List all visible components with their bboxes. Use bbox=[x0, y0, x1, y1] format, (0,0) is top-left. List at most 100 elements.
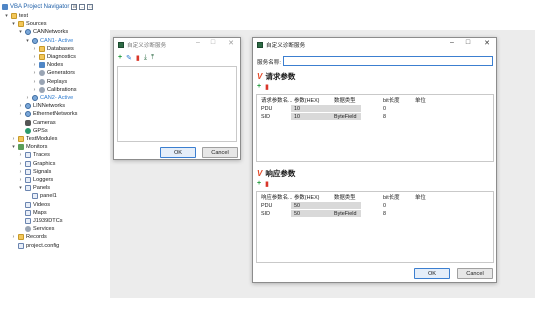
tree-item[interactable]: › Signals bbox=[18, 168, 51, 176]
tree-item[interactable]: › Calibrations bbox=[32, 86, 77, 94]
delete-request-param-icon[interactable]: ▮ bbox=[265, 83, 269, 91]
tree-item[interactable]: › CAN2- Active bbox=[25, 94, 73, 102]
tree-item[interactable]: Services bbox=[18, 225, 54, 233]
tree-item[interactable]: GPSs bbox=[18, 127, 48, 135]
add-request-param-icon[interactable]: + bbox=[257, 83, 261, 91]
add-response-param-icon[interactable]: + bbox=[257, 180, 261, 188]
table-cell[interactable]: ByteField bbox=[332, 113, 356, 121]
table-cell[interactable]: SID bbox=[259, 113, 270, 121]
ok-button[interactable]: OK bbox=[414, 268, 450, 279]
tree-item[interactable]: › Replays bbox=[32, 78, 67, 86]
column-header[interactable]: 参数(HEX) bbox=[292, 96, 319, 104]
table-cell[interactable]: ByteField bbox=[332, 210, 356, 218]
collapse-arrow-icon[interactable]: › bbox=[18, 152, 23, 158]
collapse-all-icon[interactable]: ⊟ bbox=[71, 3, 78, 10]
collapse-arrow-icon[interactable]: › bbox=[32, 70, 37, 76]
collapse-arrow-icon[interactable]: › bbox=[32, 62, 37, 68]
tree-item[interactable]: › Graphics bbox=[18, 160, 55, 168]
collapse-arrow-icon[interactable]: › bbox=[11, 234, 16, 240]
table-cell[interactable]: PDU bbox=[259, 202, 272, 210]
tree-item[interactable]: › Generators bbox=[32, 69, 75, 77]
minimize-icon[interactable]: – bbox=[79, 3, 86, 10]
maximize-icon[interactable]: □ bbox=[87, 3, 94, 10]
tree-item[interactable]: › Databases bbox=[32, 45, 74, 53]
table-cell[interactable]: 50 bbox=[292, 202, 300, 210]
tree-item[interactable]: › Nodes bbox=[32, 61, 63, 69]
tree-item[interactable]: › Loggers bbox=[18, 176, 53, 184]
table-cell[interactable] bbox=[413, 105, 415, 113]
collapse-arrow-icon[interactable]: › bbox=[32, 54, 37, 60]
close-icon[interactable]: ✕ bbox=[481, 39, 493, 47]
collapse-arrow-icon[interactable]: › bbox=[11, 136, 16, 142]
export-icon[interactable]: ⤒ bbox=[151, 54, 154, 62]
minimize-icon[interactable]: – bbox=[192, 39, 204, 46]
column-header[interactable]: bit长度 bbox=[381, 193, 399, 201]
request-params-table[interactable]: 请求参数名... 参数(HEX) 数据类型 bit长度 单位 PDU 10 0 SID 10 Byt… bbox=[256, 94, 494, 162]
table-cell[interactable]: PDU bbox=[259, 105, 272, 113]
table-cell[interactable]: 0 bbox=[381, 202, 386, 210]
expand-arrow-icon[interactable]: ▾ bbox=[25, 38, 30, 44]
tree-item[interactable]: Videos bbox=[18, 201, 50, 209]
tree-item[interactable]: ▾ CANNetworks bbox=[18, 28, 68, 36]
ok-button[interactable]: OK bbox=[160, 147, 196, 158]
tree-item[interactable]: ▾ test bbox=[4, 12, 28, 20]
tree-item[interactable]: › Traces bbox=[18, 151, 50, 159]
tree-item[interactable]: project.config bbox=[11, 242, 59, 250]
column-header[interactable]: 参数(HEX) bbox=[292, 193, 319, 201]
tree-item[interactable]: › LINNetworks bbox=[18, 102, 65, 110]
tree-item[interactable]: Cameras bbox=[18, 119, 56, 127]
collapse-arrow-icon[interactable]: › bbox=[18, 177, 23, 183]
maximize-icon[interactable]: □ bbox=[462, 39, 474, 46]
cancel-button[interactable]: Cancel bbox=[457, 268, 493, 279]
edit-icon[interactable]: ✎ bbox=[126, 54, 132, 62]
table-cell[interactable] bbox=[332, 202, 334, 210]
maximize-icon[interactable]: □ bbox=[207, 39, 219, 46]
table-cell[interactable]: 8 bbox=[381, 113, 386, 121]
column-header[interactable]: 响应参数名... bbox=[259, 193, 292, 201]
table-cell[interactable]: 10 bbox=[292, 113, 300, 121]
collapse-arrow-icon[interactable]: › bbox=[25, 95, 30, 101]
table-cell[interactable]: 0 bbox=[381, 105, 386, 113]
response-params-table[interactable]: 响应参数名... 参数(HEX) 数据类型 bit长度 单位 PDU 50 0 SID 50 Byt… bbox=[256, 191, 494, 263]
table-cell[interactable] bbox=[332, 105, 334, 113]
table-cell[interactable] bbox=[413, 210, 415, 218]
table-cell[interactable] bbox=[413, 113, 415, 121]
column-header[interactable]: 数据类型 bbox=[332, 193, 356, 201]
collapse-arrow-icon[interactable]: › bbox=[32, 79, 37, 85]
table-cell[interactable]: 50 bbox=[292, 210, 300, 218]
collapse-arrow-icon[interactable]: › bbox=[32, 87, 37, 93]
column-header[interactable]: 请求参数名... bbox=[259, 96, 292, 104]
close-icon[interactable]: ✕ bbox=[225, 39, 237, 47]
delete-icon[interactable]: ▮ bbox=[136, 54, 140, 62]
collapse-arrow-icon[interactable]: › bbox=[18, 103, 23, 109]
tree-item[interactable]: › TestModules bbox=[11, 135, 57, 143]
cancel-button[interactable]: Cancel bbox=[202, 147, 238, 158]
expand-arrow-icon[interactable]: ▾ bbox=[11, 144, 16, 150]
column-header[interactable]: 数据类型 bbox=[332, 96, 356, 104]
table-cell[interactable]: 8 bbox=[381, 210, 386, 218]
tree-item[interactable]: › Records bbox=[11, 233, 47, 241]
table-cell[interactable]: SID bbox=[259, 210, 270, 218]
table-cell[interactable]: 10 bbox=[292, 105, 300, 113]
collapse-arrow-icon[interactable]: › bbox=[32, 46, 37, 52]
delete-response-param-icon[interactable]: ▮ bbox=[265, 180, 269, 188]
add-icon[interactable]: + bbox=[118, 54, 122, 62]
collapse-arrow-icon[interactable]: › bbox=[18, 111, 23, 117]
collapse-arrow-icon[interactable]: › bbox=[18, 169, 23, 175]
tree-item[interactable]: ▾ CAN1- Active bbox=[25, 37, 73, 45]
expand-arrow-icon[interactable]: ▾ bbox=[18, 29, 23, 35]
tree-item[interactable]: ▾ Monitors bbox=[11, 143, 47, 151]
column-header[interactable]: bit长度 bbox=[381, 96, 399, 104]
tree-item[interactable]: Maps bbox=[18, 209, 47, 217]
column-header[interactable]: 单位 bbox=[413, 193, 426, 201]
minimize-icon[interactable]: – bbox=[446, 39, 458, 46]
tree-item[interactable]: panel1 bbox=[25, 192, 57, 200]
tree-item[interactable]: ▾ Sources bbox=[11, 20, 47, 28]
collapse-arrow-icon[interactable]: › bbox=[18, 161, 23, 167]
tree-item[interactable]: J1939DTCs bbox=[18, 217, 63, 225]
service-name-input[interactable] bbox=[283, 56, 493, 66]
service-list[interactable] bbox=[117, 66, 237, 142]
expand-arrow-icon[interactable]: ▾ bbox=[11, 21, 16, 27]
tree-item[interactable]: ▾ Panels bbox=[18, 184, 50, 192]
expand-arrow-icon[interactable]: ▾ bbox=[4, 13, 9, 19]
